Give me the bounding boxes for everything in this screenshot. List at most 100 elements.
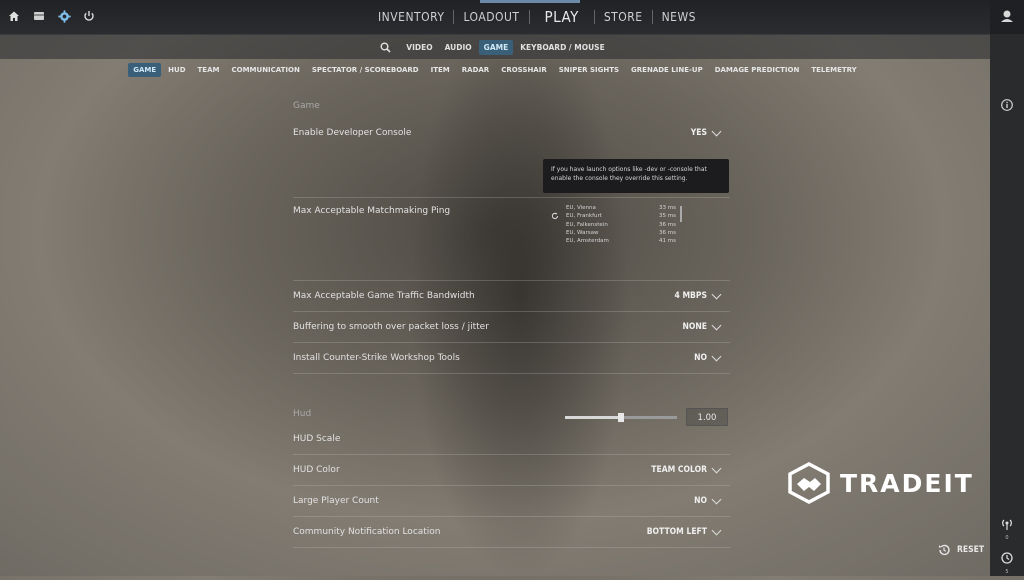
chevron-down-icon [711, 351, 722, 362]
slider-thumb[interactable] [618, 413, 624, 422]
setting-label: Enable Developer Console [293, 128, 412, 138]
history-button[interactable]: 5 [1000, 550, 1014, 575]
large-player-count-dropdown[interactable]: NO [694, 494, 722, 506]
server-name: EU, Warsaw [566, 229, 599, 236]
settings-nav: VIDEO AUDIO GAME KEYBOARD / MOUSE [0, 35, 990, 59]
tab-radar[interactable]: RADAR [457, 63, 494, 77]
workshop-tools-dropdown[interactable]: NO [694, 351, 722, 363]
search-icon[interactable] [380, 42, 391, 53]
ping-server-list[interactable]: EU, Vienna 33 ms EU, Frankfurt 35 ms EU, F… [566, 204, 682, 245]
developer-console-dropdown[interactable]: YES [691, 126, 722, 138]
list-item: EU, Falkenstein 36 ms [566, 221, 682, 229]
server-ping: 36 ms [659, 229, 676, 236]
power-icon[interactable] [81, 8, 97, 24]
chevron-down-icon [711, 463, 722, 474]
developer-console-tooltip: If you have launch options like -dev or … [543, 159, 729, 193]
tab-team[interactable]: TEAM [193, 63, 225, 77]
hud-scale-input[interactable]: 1.00 [686, 408, 728, 426]
server-name: EU, Vienna [566, 205, 596, 211]
settings-gear-icon[interactable] [56, 8, 72, 24]
dropdown-value: NO [694, 353, 707, 363]
reset-label: RESET [957, 545, 985, 555]
watermark-text: TRADEIT [840, 468, 974, 498]
setting-label: HUD Color [293, 465, 340, 475]
setting-developer-console: Enable Developer Console YES [293, 116, 730, 150]
setting-buffering: Buffering to smooth over packet loss / j… [293, 312, 730, 343]
hud-color-dropdown[interactable]: TEAM COLOR [651, 463, 722, 475]
broadcast-icon [1002, 519, 1012, 530]
setting-workshop-tools: Install Counter-Strike Workshop Tools NO [293, 343, 730, 374]
right-sidebar: 0 5 [990, 0, 1024, 576]
setting-label: Large Player Count [293, 496, 379, 506]
server-ping: 33 ms [659, 205, 676, 211]
inventory-box-icon[interactable] [31, 8, 47, 24]
list-item: EU, Vienna 33 ms [566, 204, 682, 212]
server-name: EU, Amsterdam [566, 238, 609, 245]
setting-traffic-bandwidth: Max Acceptable Game Traffic Bandwidth 4 … [293, 281, 730, 312]
tab-damage-prediction[interactable]: DAMAGE PREDICTION [710, 63, 805, 77]
list-item: EU, Warsaw 36 ms [566, 229, 682, 237]
tab-game[interactable]: GAME [128, 63, 162, 77]
tab-item[interactable]: ITEM [426, 63, 455, 77]
tab-sniper-sights[interactable]: SNIPER SIGHTS [554, 63, 624, 77]
broadcast-count: 0 [1005, 535, 1009, 541]
chevron-down-icon [711, 320, 722, 331]
broadcast-button[interactable]: 0 [1000, 516, 1014, 541]
nav-store[interactable]: STORE [595, 10, 652, 24]
section-title-hud: Hud [293, 409, 312, 419]
tab-crosshair[interactable]: CROSSHAIR [496, 63, 552, 77]
home-icon[interactable] [6, 8, 22, 24]
chevron-down-icon [711, 126, 722, 137]
hud-scale-slider[interactable] [565, 413, 677, 422]
handshake-logo-icon [788, 462, 830, 504]
setting-label: Max Acceptable Game Traffic Bandwidth [293, 291, 475, 301]
setting-notification-location: Community Notification Location BOTTOM L… [293, 517, 730, 548]
game-tabs: GAME HUD TEAM COMMUNICATION SPECTATOR / … [0, 61, 990, 79]
dropdown-value: NONE [682, 322, 707, 332]
nav-play[interactable]: PLAY [530, 8, 594, 26]
dropdown-value: TEAM COLOR [651, 465, 707, 475]
nav-loadout[interactable]: LOADOUT [454, 10, 528, 24]
refresh-icon[interactable] [551, 205, 559, 224]
buffering-dropdown[interactable]: NONE [682, 320, 722, 332]
setting-hud-color: HUD Color TEAM COLOR [293, 455, 730, 486]
chevron-down-icon [711, 525, 722, 536]
settings-tab-game[interactable]: GAME [478, 39, 514, 55]
setting-label: Community Notification Location [293, 527, 441, 537]
setting-label: HUD Scale [293, 434, 341, 444]
tab-spectator-scoreboard[interactable]: SPECTATOR / SCOREBOARD [307, 63, 424, 77]
server-ping: 35 ms [659, 213, 676, 220]
dropdown-value: NO [694, 496, 707, 506]
notification-location-dropdown[interactable]: BOTTOM LEFT [646, 525, 722, 537]
settings-tab-video[interactable]: VIDEO [401, 40, 437, 55]
settings-tab-keyboard-mouse[interactable]: KEYBOARD / MOUSE [515, 40, 609, 55]
tab-grenade-line-up[interactable]: GRENADE LINE-UP [626, 63, 708, 77]
ping-list-scrollbar[interactable] [680, 206, 682, 222]
bandwidth-dropdown[interactable]: 4 MBPS [674, 289, 722, 301]
tab-telemetry[interactable]: TELEMETRY [806, 63, 861, 77]
user-icon[interactable] [990, 0, 1024, 34]
server-ping: 36 ms [659, 221, 676, 228]
settings-tab-audio[interactable]: AUDIO [440, 40, 477, 55]
tab-hud[interactable]: HUD [163, 63, 190, 77]
setting-label: Buffering to smooth over packet loss / j… [293, 322, 489, 332]
tab-communication[interactable]: COMMUNICATION [226, 63, 304, 77]
nav-inventory[interactable]: INVENTORY [369, 10, 453, 24]
main-nav: INVENTORY LOADOUT PLAY STORE NEWS [369, 0, 705, 34]
list-item: EU, Amsterdam 41 ms [566, 237, 682, 245]
top-bar: INVENTORY LOADOUT PLAY STORE NEWS [0, 0, 990, 35]
info-icon[interactable] [1001, 96, 1013, 115]
nav-news[interactable]: NEWS [653, 10, 705, 24]
dropdown-value: 4 MBPS [674, 291, 707, 301]
chevron-down-icon [711, 494, 722, 505]
history-icon [1001, 552, 1013, 564]
reset-button[interactable]: RESET [937, 543, 984, 557]
server-name: EU, Falkenstein [566, 221, 608, 228]
slider-fill [565, 416, 621, 419]
history-count: 5 [1005, 569, 1009, 575]
dropdown-value: BOTTOM LEFT [646, 527, 707, 537]
setting-label: Max Acceptable Matchmaking Ping [293, 206, 451, 216]
chevron-down-icon [711, 289, 722, 300]
reset-history-icon [938, 544, 950, 556]
